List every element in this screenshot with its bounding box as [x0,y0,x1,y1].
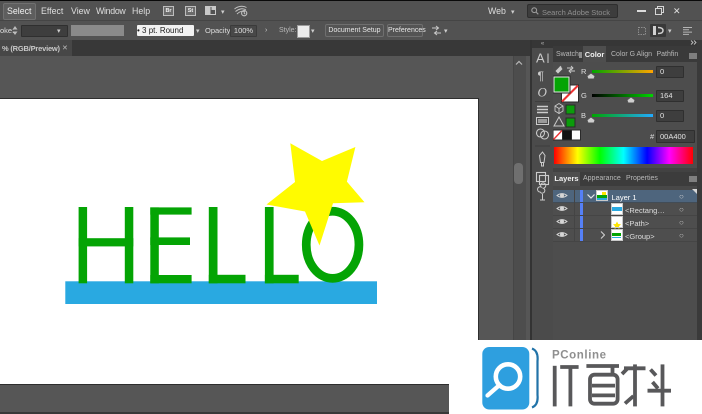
svg-text:A: A [536,51,545,66]
svg-text:O: O [538,85,548,100]
svg-text:PConline: PConline [552,350,607,362]
svg-text:¶: ¶ [538,69,544,83]
